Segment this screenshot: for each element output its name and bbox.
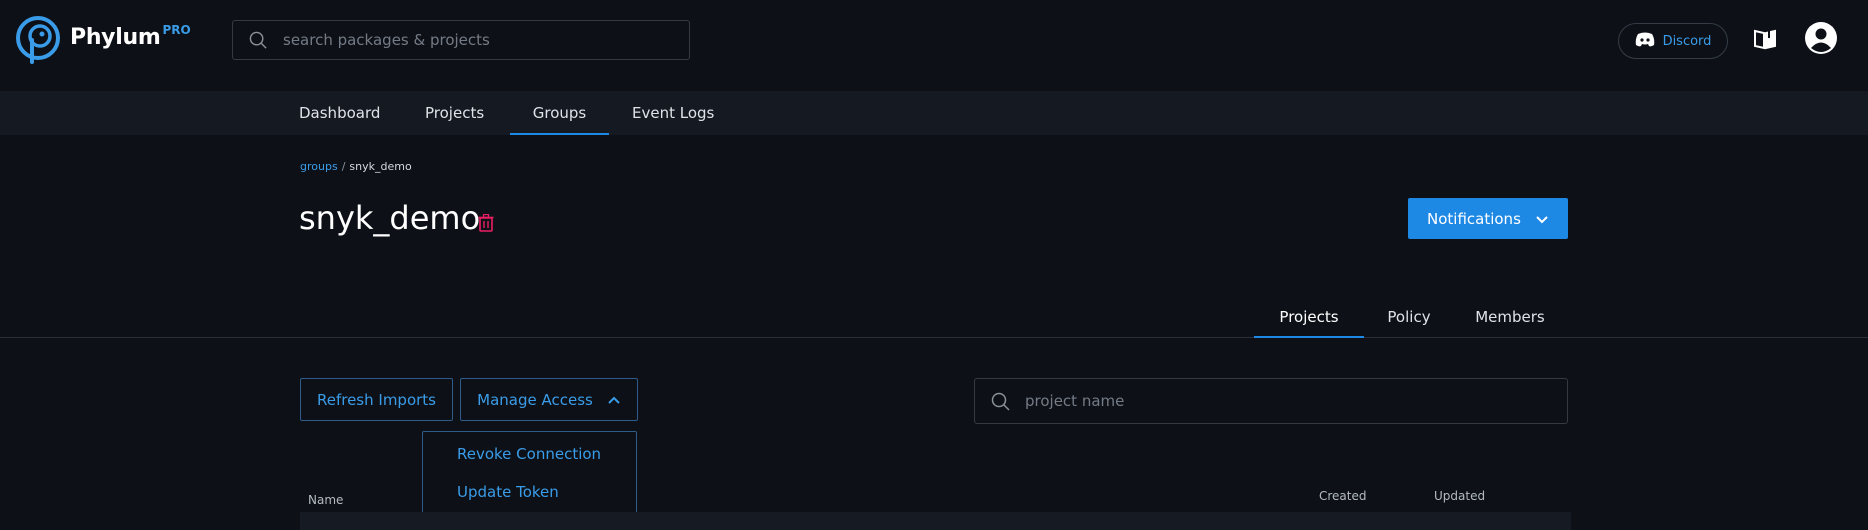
tab-policy[interactable]: Policy	[1384, 300, 1434, 338]
trash-icon[interactable]	[478, 213, 494, 236]
refresh-imports-button[interactable]: Refresh Imports	[300, 378, 453, 421]
breadcrumb-separator: /	[341, 160, 346, 173]
brand-name: Phylum	[70, 25, 161, 50]
page-title: snyk_demo	[299, 199, 481, 237]
phylum-logo-icon	[14, 14, 62, 68]
breadcrumb-groups-link[interactable]: groups	[300, 160, 338, 173]
main-nav: Dashboard Projects Groups Event Logs	[0, 91, 1868, 135]
column-header-updated[interactable]: Updated	[1434, 489, 1485, 503]
chevron-down-icon	[1521, 210, 1549, 228]
breadcrumb-current: snyk_demo	[349, 160, 412, 173]
column-header-created[interactable]: Created	[1319, 489, 1367, 503]
brand-logo[interactable]: Phylum PRO	[14, 14, 191, 68]
discord-button[interactable]: Discord	[1618, 23, 1728, 59]
notifications-button[interactable]: Notifications	[1408, 198, 1568, 239]
manage-access-label: Manage Access	[477, 390, 593, 409]
chevron-up-icon	[593, 391, 621, 409]
tabs-divider	[0, 337, 1868, 338]
nav-dashboard[interactable]: Dashboard	[299, 91, 380, 135]
breadcrumb: groups / snyk_demo	[300, 160, 412, 173]
tab-members[interactable]: Members	[1474, 300, 1546, 338]
notifications-label: Notifications	[1427, 209, 1521, 228]
column-header-name[interactable]: Name	[308, 493, 343, 507]
menu-item-revoke-connection[interactable]: Revoke Connection	[457, 445, 601, 463]
package-search[interactable]	[232, 20, 690, 60]
discord-label: Discord	[1662, 33, 1712, 49]
project-search-input[interactable]	[1025, 379, 1555, 423]
tab-projects[interactable]: Projects	[1254, 300, 1364, 338]
manage-access-menu: Revoke Connection Update Token	[422, 431, 637, 514]
menu-item-update-token[interactable]: Update Token	[457, 483, 559, 501]
package-search-input[interactable]	[283, 21, 683, 59]
book-icon[interactable]	[1753, 28, 1777, 54]
brand-pro-badge: PRO	[162, 23, 191, 37]
nav-groups[interactable]: Groups	[510, 91, 609, 135]
table-row[interactable]	[300, 512, 1571, 530]
nav-event-logs[interactable]: Event Logs	[632, 91, 714, 135]
nav-projects[interactable]: Projects	[425, 91, 484, 135]
discord-icon	[1635, 32, 1663, 51]
top-header: Phylum PRO Discord	[0, 0, 1868, 91]
project-search[interactable]	[974, 378, 1568, 424]
manage-access-button[interactable]: Manage Access	[460, 378, 638, 421]
user-account-icon[interactable]	[1804, 21, 1838, 59]
